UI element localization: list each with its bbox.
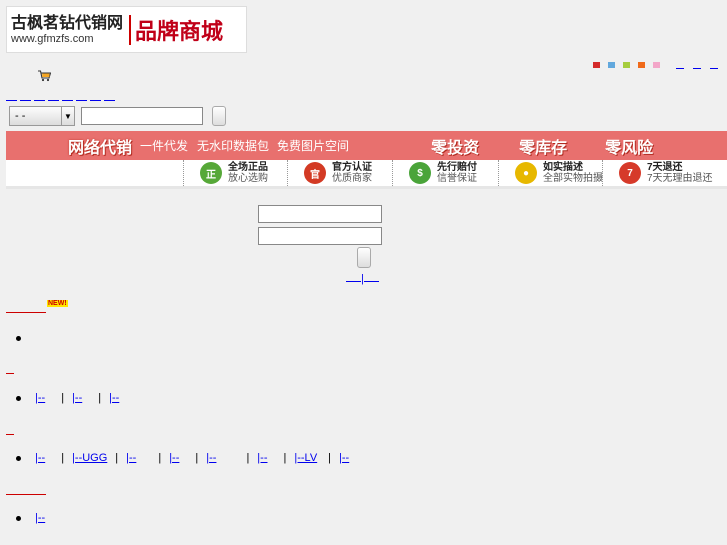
- feature-desc: 放心选购: [228, 173, 268, 184]
- feature-desc: 优质商家: [332, 173, 372, 184]
- feature-item: 官 官方认证 优质商家: [287, 160, 372, 186]
- feature-title: 官方认证: [332, 162, 372, 173]
- top-links: [676, 56, 718, 69]
- category-2: [6, 363, 14, 377]
- category-4: [6, 484, 46, 498]
- feature-desc: 全部实物拍摄: [543, 173, 603, 184]
- feature-item: ● 如实描述 全部实物拍摄: [498, 160, 603, 186]
- genuine-icon: 正: [200, 162, 222, 184]
- category-3: [6, 424, 14, 438]
- nav-link[interactable]: [34, 88, 45, 101]
- category-new: NEW!: [6, 300, 68, 316]
- category-link[interactable]: |--: [35, 392, 53, 404]
- return-icon: 7: [619, 162, 641, 184]
- search-category-value: - -: [15, 110, 26, 122]
- login-form: |: [258, 205, 382, 285]
- category-heading[interactable]: [6, 484, 46, 495]
- feature-item: $ 先行赔付 信誉保证: [392, 160, 477, 186]
- banner-title: 网络代销: [68, 139, 133, 157]
- logo-url: www.gfmzfs.com: [11, 32, 94, 45]
- official-icon: 官: [304, 162, 326, 184]
- theme-swatch-orange[interactable]: [638, 62, 645, 68]
- feature-item: 7 7天退还 7天无理由退还: [602, 160, 713, 186]
- top-link[interactable]: [676, 56, 684, 69]
- category-link[interactable]: |--: [339, 452, 357, 464]
- top-link[interactable]: [710, 56, 718, 69]
- theme-swatch-pink[interactable]: [653, 62, 660, 68]
- username-field[interactable]: [258, 205, 382, 223]
- list-bullet: [16, 516, 21, 521]
- banner-sub-image-space: 免费图片空间: [277, 139, 350, 153]
- category-link[interactable]: |--: [126, 452, 150, 464]
- list-bullet: [16, 336, 21, 341]
- category-3-links: |-- | |--UGG | |-- | |-- | |-- | |-- | |--LV | …: [35, 452, 357, 464]
- logo-mall-name: 品牌商城: [135, 19, 224, 45]
- category-4-links: |--: [35, 512, 53, 524]
- cart-icon[interactable]: [38, 70, 52, 85]
- feature-title: 先行赔付: [437, 162, 477, 173]
- nav-link[interactable]: [62, 88, 73, 101]
- category-link-ugg[interactable]: |--UGG: [72, 452, 107, 464]
- theme-swatches: [593, 62, 660, 68]
- top-link[interactable]: [693, 56, 701, 69]
- register-link[interactable]: [346, 271, 361, 282]
- feature-title: 全场正品: [228, 162, 268, 173]
- nav-link[interactable]: [90, 88, 101, 101]
- category-heading[interactable]: [6, 424, 14, 435]
- features-strip: 正 全场正品 放心选购 官 官方认证 优质商家 $ 先行赔付 信誉保证 ● 如实描述全…: [6, 160, 727, 189]
- banner-sub-data-pack: 无水印数据包: [197, 139, 270, 153]
- promo-banner: 网络代销 一件代发 无水印数据包 免费图片空间 零投资 零库存 零风险: [6, 131, 727, 160]
- category-heading[interactable]: [6, 302, 46, 313]
- site-logo[interactable]: 古枫茗钻代销网 www.gfmzfs.com 品牌商城: [6, 6, 247, 53]
- category-heading[interactable]: [6, 363, 14, 374]
- category-link[interactable]: |--: [206, 452, 238, 464]
- new-badge: NEW!: [47, 300, 68, 307]
- payment-icon: $: [409, 162, 431, 184]
- banner-zero-inventory: 零库存: [519, 139, 568, 157]
- banner-zero-risk: 零风险: [605, 139, 654, 157]
- category-link[interactable]: |--: [169, 452, 187, 464]
- category-link-lv[interactable]: |--LV: [294, 452, 320, 464]
- photo-icon: ●: [515, 162, 537, 184]
- nav-link[interactable]: [104, 88, 115, 101]
- logo-chinese-name: 古枫茗钻代销网: [11, 12, 124, 32]
- search-category-select[interactable]: - - ▼: [9, 106, 75, 126]
- theme-swatch-blue[interactable]: [608, 62, 615, 68]
- feature-item: 正 全场正品 放心选购: [183, 160, 268, 186]
- login-links: |: [346, 271, 379, 285]
- nav-link[interactable]: [20, 88, 31, 101]
- feature-title: 7天退还: [647, 162, 683, 173]
- banner-zero-investment: 零投资: [431, 139, 480, 157]
- category-2-links: |-- | |-- | |--: [35, 392, 127, 404]
- chevron-down-icon: ▼: [61, 107, 74, 125]
- search-button[interactable]: [212, 106, 226, 126]
- category-link[interactable]: |--: [35, 512, 53, 524]
- nav-link[interactable]: [76, 88, 87, 101]
- password-field[interactable]: [258, 227, 382, 245]
- login-button[interactable]: [357, 247, 371, 268]
- theme-swatch-green[interactable]: [623, 62, 630, 68]
- logo-divider: [129, 14, 131, 45]
- nav-link[interactable]: [6, 88, 17, 101]
- category-link[interactable]: |--: [109, 392, 127, 404]
- category-link[interactable]: |--: [35, 452, 53, 464]
- feature-desc: 信誉保证: [437, 173, 477, 184]
- search-input[interactable]: [81, 107, 203, 125]
- feature-desc: 7天无理由退还: [647, 173, 713, 184]
- list-bullet: [16, 396, 21, 401]
- banner-sub-dropship: 一件代发: [140, 139, 189, 153]
- feature-title: 如实描述: [543, 162, 583, 173]
- nav-link[interactable]: [48, 88, 59, 101]
- search-bar: - - ▼: [9, 106, 226, 126]
- logo-text-block: 古枫茗钻代销网 www.gfmzfs.com: [7, 12, 125, 45]
- theme-swatch-red[interactable]: [593, 62, 600, 68]
- category-link[interactable]: |--: [72, 392, 90, 404]
- list-bullet: [16, 456, 21, 461]
- category-link[interactable]: |--: [257, 452, 275, 464]
- forgot-password-link[interactable]: [363, 271, 379, 282]
- nav-links: [6, 88, 115, 101]
